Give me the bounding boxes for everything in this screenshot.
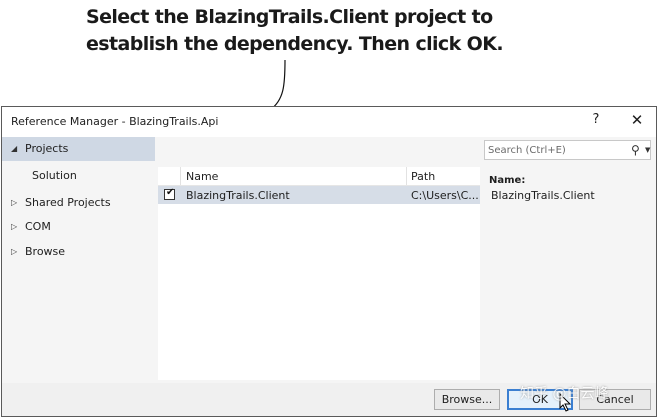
browse-button[interactable]: Browse... (434, 389, 500, 410)
nav-item-label: Shared Projects (25, 196, 111, 209)
nav-item-com[interactable]: ▷ COM (2, 215, 155, 239)
project-checkbox[interactable]: ✔ (164, 187, 175, 200)
dialog-title: Reference Manager - BlazingTrails.Api (11, 115, 219, 128)
nav-item-solution[interactable]: Solution (2, 164, 155, 188)
column-divider[interactable] (180, 167, 181, 185)
reference-manager-dialog: Reference Manager - BlazingTrails.Api ? … (1, 106, 657, 417)
nav-item-label: Browse (25, 245, 66, 258)
project-path-cell: C:\Users\C... (411, 189, 479, 202)
projects-list: Name Path ✔ BlazingTrails.Client C:\User… (158, 167, 480, 380)
collapsed-triangle-icon[interactable]: ▷ (11, 247, 17, 256)
nav-item-shared-projects[interactable]: ▷ Shared Projects (2, 191, 155, 215)
nav-item-label: Projects (25, 142, 69, 155)
watermark-text: 知乎 @白云峰 (520, 386, 609, 402)
search-input[interactable]: Search (Ctrl+E) (488, 145, 566, 156)
column-divider[interactable] (406, 167, 407, 185)
details-pane: Search (Ctrl+E) ⚲ ▼ Name: BlazingTrails.… (482, 137, 656, 383)
collapsed-triangle-icon[interactable]: ▷ (11, 198, 17, 207)
category-nav: ◢ Projects Solution ▷ Shared Projects ▷ … (2, 137, 155, 383)
collapsed-triangle-icon[interactable]: ▷ (11, 222, 17, 231)
check-icon: ✔ (166, 187, 175, 198)
detail-name-label: Name: (489, 175, 526, 186)
nav-item-browse[interactable]: ▷ Browse (2, 240, 155, 264)
nav-item-label: COM (25, 220, 51, 233)
title-bar: Reference Manager - BlazingTrails.Api ? … (2, 107, 656, 137)
close-button[interactable]: ✕ (627, 111, 647, 129)
expanded-triangle-icon: ◢ (11, 144, 18, 153)
list-header: Name Path (158, 167, 480, 186)
table-row[interactable]: ✔ BlazingTrails.Client C:\Users\C... (158, 186, 480, 204)
search-icon[interactable]: ⚲ (631, 143, 640, 157)
nav-item-projects[interactable]: ◢ Projects (2, 137, 155, 161)
help-button[interactable]: ? (586, 112, 606, 127)
search-box[interactable]: Search (Ctrl+E) ⚲ ▼ (484, 140, 651, 160)
chevron-down-icon[interactable]: ▼ (645, 146, 650, 154)
nav-item-label: Solution (32, 169, 77, 182)
column-header-name[interactable]: Name (186, 170, 218, 183)
column-header-path[interactable]: Path (411, 170, 435, 183)
detail-name-value: BlazingTrails.Client (491, 189, 595, 202)
project-name-cell: BlazingTrails.Client (186, 189, 290, 202)
projects-pane: Name Path ✔ BlazingTrails.Client C:\User… (155, 137, 482, 383)
